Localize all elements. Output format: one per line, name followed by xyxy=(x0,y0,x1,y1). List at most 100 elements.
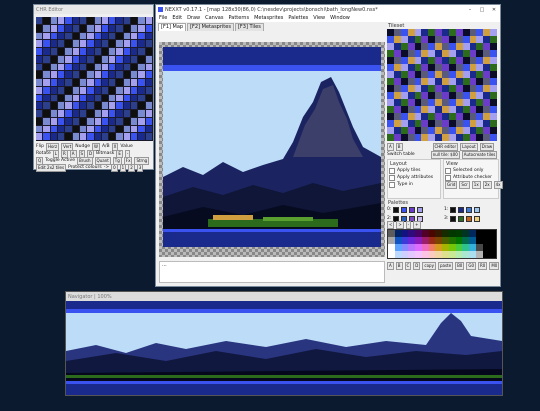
table-a-button[interactable]: A xyxy=(387,143,394,151)
chr-pixel[interactable] xyxy=(123,71,132,79)
chr-pixel[interactable] xyxy=(138,102,146,110)
palette-0[interactable]: 0: xyxy=(387,206,440,213)
tileset-grid[interactable] xyxy=(387,29,497,141)
tileset-tile[interactable] xyxy=(448,134,456,141)
tileset-tile[interactable] xyxy=(462,57,470,64)
tileset-tile[interactable] xyxy=(483,106,491,113)
tileset-tile[interactable] xyxy=(476,29,484,36)
chr-pixel[interactable] xyxy=(123,24,132,33)
tileset-tile[interactable] xyxy=(455,92,463,99)
tileset-tile[interactable] xyxy=(455,43,463,50)
chr-pixel[interactable] xyxy=(36,86,44,95)
chr-pixel[interactable] xyxy=(79,94,88,103)
chr-pixel[interactable] xyxy=(123,48,132,56)
nes-color-cell[interactable] xyxy=(408,230,415,237)
tileset-tile[interactable] xyxy=(448,99,456,106)
tileset-tile[interactable] xyxy=(428,57,436,64)
tileset-tile[interactable] xyxy=(455,64,463,71)
chr-pixel[interactable] xyxy=(109,24,117,33)
chr-pixel[interactable] xyxy=(131,117,139,126)
tileset-tile[interactable] xyxy=(414,85,422,92)
tileset-tile[interactable] xyxy=(407,134,415,141)
tileset-tile[interactable] xyxy=(435,99,442,106)
chr-pixel[interactable] xyxy=(109,48,117,56)
tileset-tile[interactable] xyxy=(400,64,408,71)
tileset-tile[interactable] xyxy=(421,36,429,43)
tileset-tile[interactable] xyxy=(400,85,408,92)
tileset-tile[interactable] xyxy=(407,64,415,71)
chr-pixel[interactable] xyxy=(109,117,117,126)
chr-pixel[interactable] xyxy=(138,71,146,79)
chr-pixel[interactable] xyxy=(145,94,153,103)
tileset-tile[interactable] xyxy=(400,50,408,57)
tileset-tile[interactable] xyxy=(469,120,477,127)
chr-pixel[interactable] xyxy=(43,24,51,33)
nes-color-cell[interactable] xyxy=(448,251,456,258)
tileset-tile[interactable] xyxy=(435,113,442,120)
chr-pixel[interactable] xyxy=(94,48,102,56)
chr-pixel[interactable] xyxy=(57,71,66,79)
chr-pixel[interactable] xyxy=(79,71,88,79)
chr-pixel[interactable] xyxy=(109,32,117,41)
chr-pixel[interactable] xyxy=(87,133,95,141)
chr-pixel[interactable] xyxy=(50,79,58,87)
nes-color-cell[interactable] xyxy=(469,251,476,258)
tileset-tile[interactable] xyxy=(448,120,456,127)
chr-pixel[interactable] xyxy=(109,71,117,79)
tileset-tile[interactable] xyxy=(393,78,401,85)
pal0-c3[interactable] xyxy=(417,206,424,213)
chr-pixel[interactable] xyxy=(101,86,110,95)
chr-pixel[interactable] xyxy=(72,94,80,103)
navigator-titlebar[interactable]: Navigator | 100% xyxy=(66,292,502,301)
tileset-tile[interactable] xyxy=(469,50,477,57)
tileset-tile[interactable] xyxy=(407,71,415,78)
chr-pixel[interactable] xyxy=(57,102,66,110)
tileset-tile[interactable] xyxy=(435,50,442,57)
tileset-tile[interactable] xyxy=(442,78,449,85)
tileset-tile[interactable] xyxy=(462,36,470,43)
tileset-tile[interactable] xyxy=(476,50,484,57)
tileset-tile[interactable] xyxy=(421,120,429,127)
tileset-tile[interactable] xyxy=(387,29,394,36)
chr-pixel[interactable] xyxy=(79,133,88,141)
chr-pixel[interactable] xyxy=(101,40,110,48)
tileset-tile[interactable] xyxy=(387,99,394,106)
tileset-tile[interactable] xyxy=(483,50,491,57)
chr-pixel[interactable] xyxy=(131,133,139,141)
tileset-tile[interactable] xyxy=(476,85,484,92)
tileset-tile[interactable] xyxy=(448,92,456,99)
chr-pixel[interactable] xyxy=(36,40,44,48)
tileset-tile[interactable] xyxy=(393,99,401,106)
tileset-tile[interactable] xyxy=(476,127,484,134)
tileset-tile[interactable] xyxy=(442,120,449,127)
tileset-tile[interactable] xyxy=(490,43,497,50)
palette-next-button[interactable]: > xyxy=(396,221,404,229)
tileset-tile[interactable] xyxy=(393,134,401,141)
tileset-tile[interactable] xyxy=(455,99,463,106)
chr-pixel[interactable] xyxy=(87,24,95,33)
tileset-tile[interactable] xyxy=(476,113,484,120)
palette-3[interactable]: 3: xyxy=(444,215,497,222)
nes-color-cell[interactable] xyxy=(408,251,415,258)
nes-color-cell[interactable] xyxy=(394,251,402,258)
chr-pixel[interactable] xyxy=(57,40,66,48)
tileset-tile[interactable] xyxy=(455,57,463,64)
nes-color-cell[interactable] xyxy=(455,244,463,251)
apply-attributes-checkbox[interactable] xyxy=(389,174,395,181)
chr-pixel[interactable] xyxy=(43,86,51,95)
tileset-tile[interactable] xyxy=(483,78,491,85)
tileset-tile[interactable] xyxy=(462,43,470,50)
chr-pixel[interactable] xyxy=(123,40,132,48)
tileset-tile[interactable] xyxy=(469,43,477,50)
nes-color-cell[interactable] xyxy=(455,237,463,244)
tileset-tile[interactable] xyxy=(387,78,394,85)
tileset-tile[interactable] xyxy=(414,106,422,113)
chr-pixel[interactable] xyxy=(109,125,117,134)
chr-pixel[interactable] xyxy=(65,24,73,33)
chr-pixel[interactable] xyxy=(87,40,95,48)
tileset-tile[interactable] xyxy=(393,113,401,120)
chr-pixel[interactable] xyxy=(94,24,102,33)
chr-pixel[interactable] xyxy=(87,55,95,64)
chr-pixel[interactable] xyxy=(36,71,44,79)
tileset-tile[interactable] xyxy=(387,71,394,78)
